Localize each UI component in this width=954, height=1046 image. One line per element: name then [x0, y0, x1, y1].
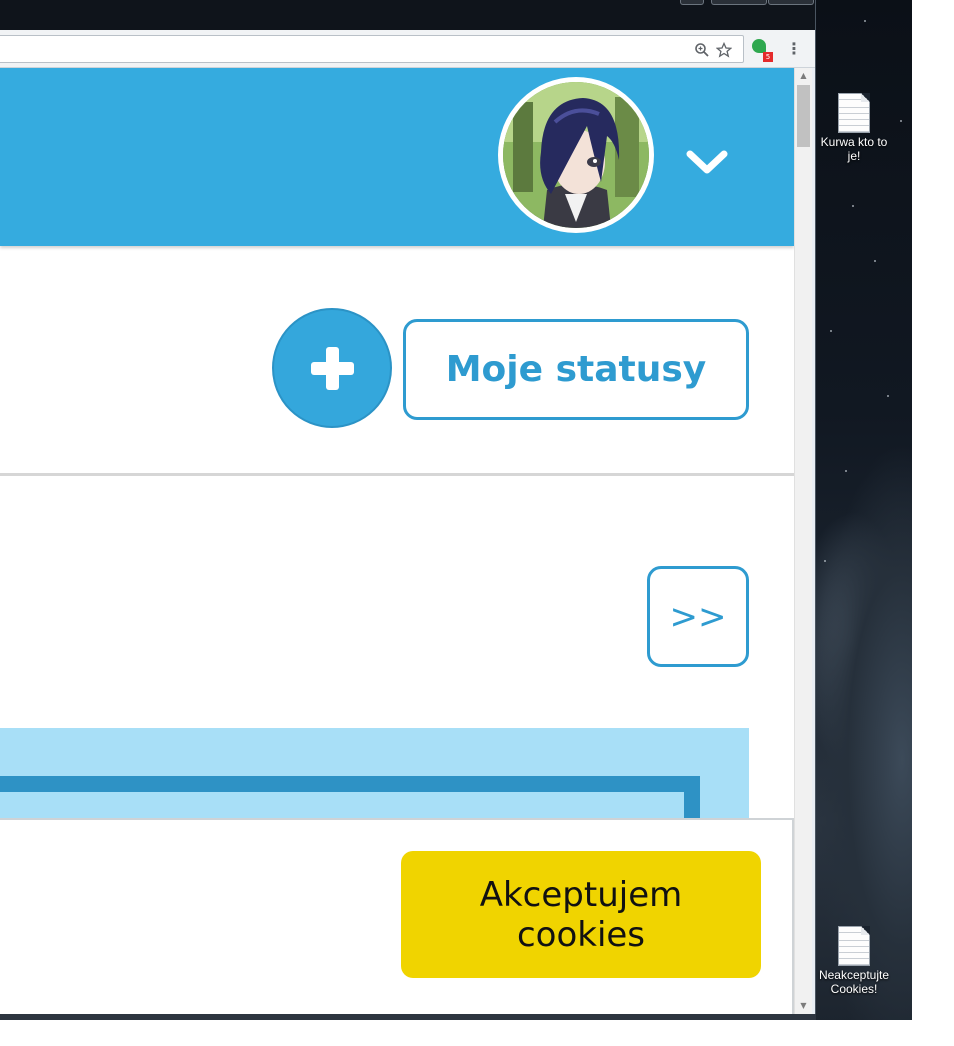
- extension-icon[interactable]: 5: [752, 39, 773, 62]
- next-page-button[interactable]: >>: [647, 566, 749, 667]
- site-header: [0, 68, 794, 246]
- chevron-down-icon[interactable]: [685, 148, 729, 178]
- zoom-icon[interactable]: [694, 42, 710, 58]
- window-titlebar: [0, 0, 815, 30]
- browser-toolbar: [0, 30, 815, 68]
- text-file-icon: [838, 926, 870, 966]
- avatar-image: [503, 82, 649, 228]
- bookmark-star-icon[interactable]: [715, 41, 733, 58]
- text-file-icon: [838, 93, 870, 133]
- desktop-file-kurwa[interactable]: Kurwa kto to je!: [814, 93, 894, 163]
- browser-menu-icon[interactable]: ⋮: [786, 40, 802, 58]
- window-bottom-edge: [0, 1014, 816, 1020]
- section-divider: [0, 473, 794, 476]
- accept-cookies-button[interactable]: Akceptujem cookies: [401, 851, 761, 978]
- scroll-down-arrow-icon[interactable]: ▼: [795, 998, 812, 1014]
- avatar[interactable]: [498, 77, 654, 233]
- scroll-thumb[interactable]: [797, 85, 810, 147]
- window-control-minimize[interactable]: [680, 0, 704, 5]
- screen-bottom-strip: [0, 1020, 912, 1046]
- desktop-file-label: Neakceptujte Cookies!: [818, 968, 890, 996]
- my-statuses-button[interactable]: Moje statusy: [403, 319, 749, 420]
- extension-badge: 5: [763, 52, 773, 62]
- page-scrollbar[interactable]: ▲ ▼: [794, 68, 812, 1014]
- desktop-file-label: Kurwa kto to je!: [820, 135, 888, 163]
- cookie-consent-bar: Akceptujem cookies: [0, 818, 794, 1014]
- address-bar[interactable]: [0, 35, 744, 63]
- desktop-file-neakceptujte[interactable]: Neakceptujte Cookies!: [814, 926, 894, 996]
- scroll-up-arrow-icon[interactable]: ▲: [795, 68, 812, 84]
- page-viewport: Moje statusy >> Akceptujem cookies: [0, 68, 794, 1014]
- browser-window: 5 ⋮ Moje statusy >> Akceptujem cookies ▲…: [0, 0, 816, 1020]
- screen-right-edge: [912, 0, 954, 1046]
- add-status-button[interactable]: [272, 308, 392, 428]
- window-control-close[interactable]: [768, 0, 814, 5]
- window-control-maximize[interactable]: [711, 0, 767, 5]
